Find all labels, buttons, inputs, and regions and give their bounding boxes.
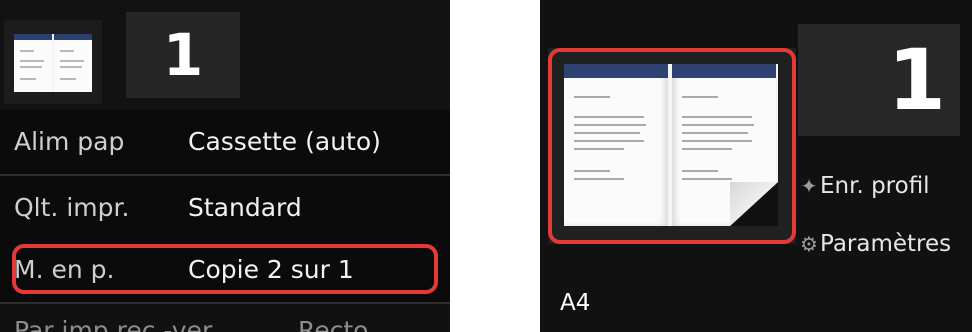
selection-highlight [548,48,796,244]
layout-preview-thumbnail[interactable] [4,20,102,104]
star-plus-icon: ✦ [800,174,818,198]
setting-value: Cassette (auto) [188,127,381,156]
two-on-one-icon [14,34,92,92]
setting-value: Recto [298,316,369,332]
save-profile-button[interactable]: ✦ Enr. profil [798,164,972,208]
setting-label: Qlt. impr. [14,193,130,222]
gear-icon: ⚙ [800,232,818,256]
selection-highlight [12,244,438,294]
settings-label: Paramètres [820,231,952,257]
setting-row-print-quality[interactable]: Qlt. impr. Standard [0,176,450,242]
setting-label: Par imp rec.-ver. [14,316,218,332]
setting-row-paper-source[interactable]: Alim pap Cassette (auto) [0,110,450,176]
save-profile-label: Enr. profil [820,173,930,199]
setting-row-duplex[interactable]: Par imp rec.-ver. Recto [0,306,450,332]
copies-count[interactable]: 1 [126,12,240,98]
settings-button[interactable]: ⚙Paramètres [798,222,972,266]
setting-label: Alim pap [14,127,125,156]
top-bar: 1 [0,0,450,110]
setting-value: Standard [188,193,302,222]
copies-count[interactable]: 1 [798,24,960,136]
copy-standby-screen: 1 ✦ Enr. profil ⚙Paramètres A4 [540,0,972,332]
paper-size-label: A4 [560,290,591,316]
copy-settings-screen: 1 Alim pap Cassette (auto) Qlt. impr. St… [0,0,450,332]
